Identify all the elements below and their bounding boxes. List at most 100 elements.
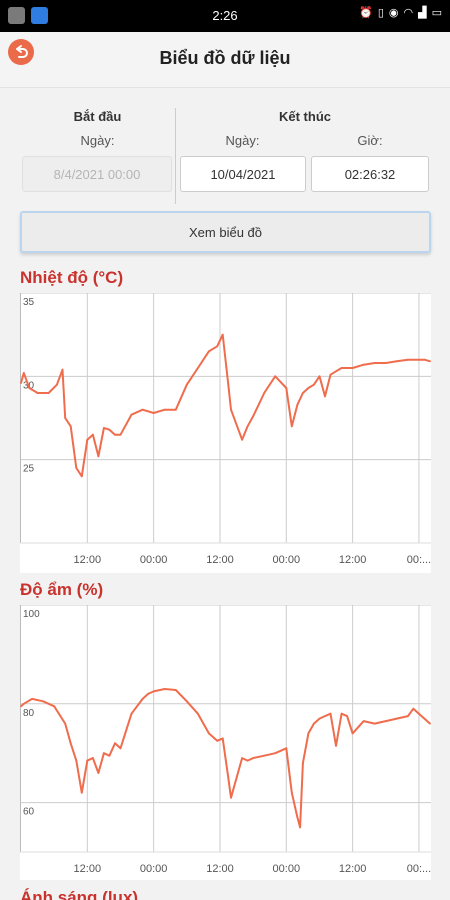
humidity-data-point: [412, 707, 415, 710]
temperature-data-point: [75, 467, 78, 469]
temperature-data-point: [307, 387, 310, 389]
battery-icon: ▭: [431, 7, 442, 19]
temperature-data-point: [92, 433, 94, 436]
humidity-data-point: [285, 747, 288, 750]
temperature-data-point: [216, 345, 219, 348]
humidity-data-point: [42, 700, 44, 703]
temperature-data-point: [362, 363, 365, 366]
humidity-data-point: [299, 826, 301, 829]
status-bar: 2:26 ⏰ ▯ ◉ ◠ ▟ ▭: [0, 0, 450, 32]
humidity-data-point: [307, 732, 310, 735]
humidity-data-point: [329, 712, 332, 715]
date-range-form: Bắt đầu Ngày: 8/4/2021 00:00 Kết thúc Ng…: [0, 88, 450, 260]
humidity-data-point: [221, 737, 224, 740]
temperature-data-point: [20, 382, 22, 384]
temperature-data-point: [221, 333, 224, 336]
temperature-data-point: [56, 383, 58, 386]
temperature-data-point: [373, 362, 376, 364]
humidity-data-point: [263, 754, 266, 757]
app-bar: Biểu đồ dữ liệu: [0, 32, 450, 88]
temperature-data-point: [22, 372, 25, 374]
column-divider: [175, 108, 176, 204]
humidity-data-point: [22, 702, 25, 705]
temperature-data-point: [263, 392, 266, 394]
end-time-label: Giờ:: [357, 133, 383, 148]
humidity-data-point: [395, 717, 398, 720]
humidity-data-point: [346, 715, 348, 717]
vibrate-icon: ▯: [377, 7, 384, 19]
temperature-data-point: [130, 413, 133, 416]
humidity-data-point: [114, 742, 116, 745]
light-chart-title: Ánh sáng (lux): [20, 888, 139, 900]
temperature-chart-title: Nhiệt độ (°C): [20, 268, 124, 287]
end-date-field[interactable]: 10/04/2021: [180, 156, 306, 192]
end-date-label: Ngày:: [225, 133, 260, 148]
humidity-data-point: [147, 693, 149, 695]
temperature-data-point: [36, 392, 39, 394]
humidity-data-point: [340, 712, 343, 715]
humidity-data-point: [216, 739, 219, 742]
humidity-data-point: [141, 698, 144, 700]
end-time-field[interactable]: 02:26:32: [311, 156, 429, 192]
temperature-x-tick-label: 00:00: [140, 554, 168, 566]
humidity-data-point: [224, 757, 227, 759]
temperature-x-tick-label: 12:00: [74, 554, 102, 566]
humidity-data-point: [208, 732, 210, 735]
humidity-data-point: [97, 772, 100, 774]
temperature-data-point: [274, 375, 277, 378]
view-chart-button[interactable]: Xem biểu đồ: [20, 211, 431, 253]
temperature-data-point: [418, 358, 420, 361]
humidity-data-point: [384, 720, 387, 722]
humidity-chart-title: Độ ẩm (%): [20, 580, 104, 599]
temperature-data-point: [257, 403, 260, 406]
temperature-data-point: [241, 438, 244, 441]
humidity-data-point: [351, 732, 354, 735]
temperature-data-point: [80, 475, 83, 478]
humidity-data-point: [241, 757, 244, 759]
humidity-data-point: [80, 791, 83, 794]
humidity-data-point: [362, 720, 365, 722]
humidity-y-tick-label: 80: [23, 708, 35, 719]
temperature-data-point: [227, 383, 230, 386]
humidity-data-point: [418, 712, 420, 715]
humidity-data-point: [324, 715, 326, 717]
temperature-data-point: [246, 425, 249, 428]
humidity-x-tick-label: 00:00: [273, 863, 301, 875]
temperature-data-point: [290, 425, 293, 428]
temperature-data-point: [351, 367, 354, 369]
temperature-data-point: [285, 387, 288, 389]
temperature-data-point: [296, 403, 299, 406]
temperature-data-point: [340, 367, 343, 369]
humidity-data-point: [296, 816, 299, 819]
temperature-y-tick-label: 35: [23, 297, 35, 308]
humidity-x-tick-label: 12:00: [339, 863, 367, 875]
temperature-data-point: [384, 362, 387, 364]
temperature-data-point: [395, 360, 398, 363]
humidity-data-point: [252, 757, 255, 759]
start-date-field[interactable]: 8/4/2021 00:00: [22, 156, 172, 192]
humidity-x-tick-label: 12:00: [206, 863, 234, 875]
humidity-data-point: [429, 722, 431, 725]
humidity-x-tick-label: 00:...: [407, 863, 431, 875]
temperature-data-point: [407, 358, 409, 361]
temperature-data-point: [318, 375, 321, 378]
humidity-y-tick-label: 60: [23, 807, 35, 818]
humidity-data-point: [230, 796, 232, 799]
humidity-data-point: [290, 791, 293, 794]
temperature-data-point: [97, 455, 100, 458]
temperature-data-point: [61, 368, 64, 371]
temperature-data-point: [86, 438, 89, 441]
temperature-data-point: [47, 392, 50, 394]
temperature-y-tick-label: 25: [23, 464, 35, 475]
start-label: Bắt đầu: [73, 109, 122, 124]
temperature-data-point: [103, 427, 105, 429]
humidity-data-point: [69, 742, 72, 745]
humidity-data-point: [31, 698, 33, 700]
start-date-label: Ngày:: [80, 133, 115, 148]
humidity-data-point: [86, 759, 89, 762]
temperature-series-line: [20, 333, 431, 478]
humidity-data-point: [174, 689, 177, 691]
temperature-data-point: [69, 425, 72, 428]
temperature-data-point: [313, 383, 315, 386]
humidity-x-tick-label: 00:00: [140, 863, 168, 875]
